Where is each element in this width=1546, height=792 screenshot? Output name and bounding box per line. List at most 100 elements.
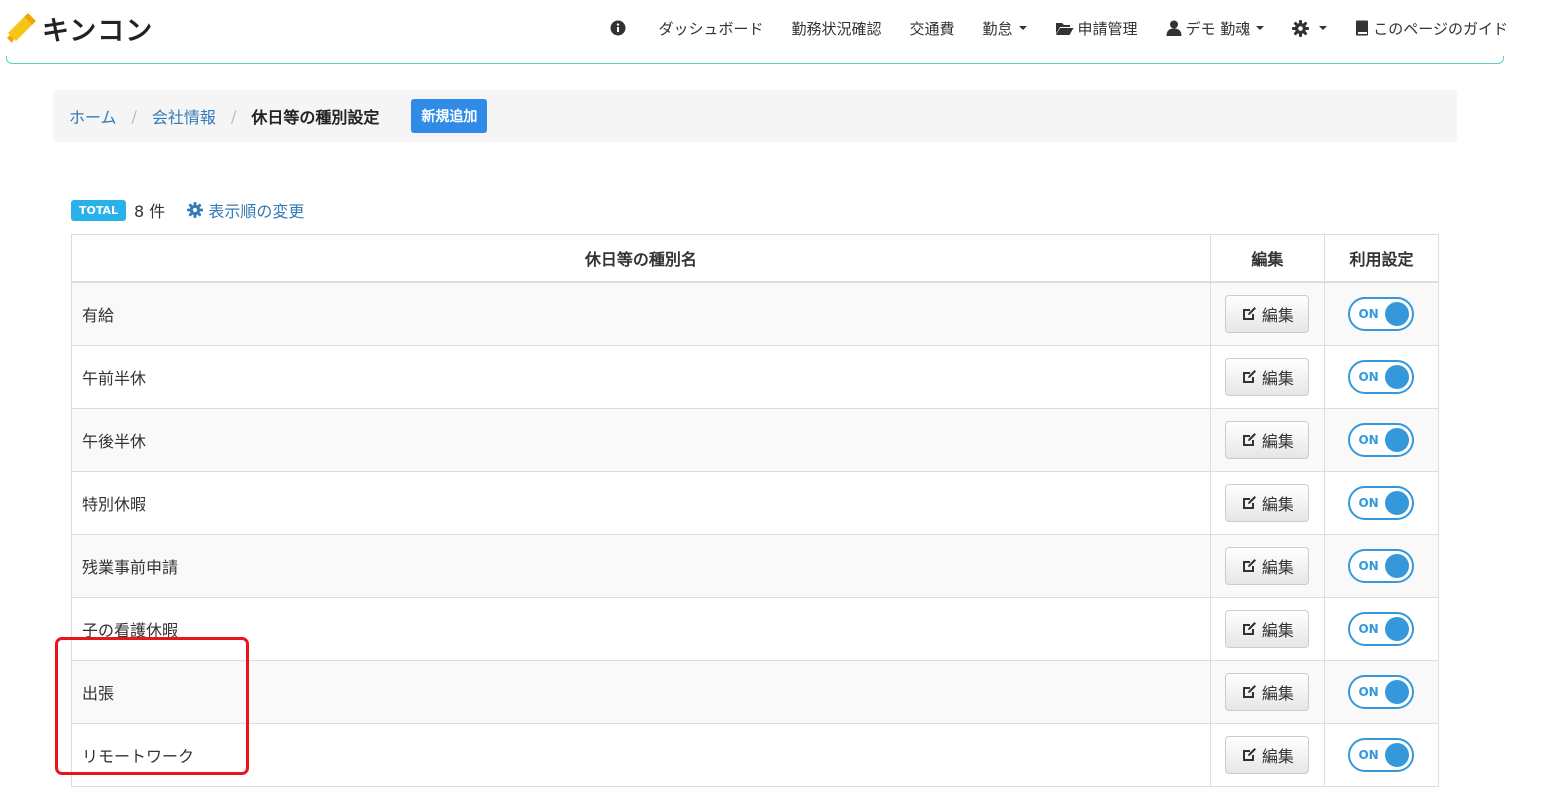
toggle-label: ON bbox=[1358, 622, 1379, 636]
breadcrumb-home-link[interactable]: ホーム bbox=[69, 104, 117, 128]
use-setting-cell: ON bbox=[1323, 408, 1440, 472]
toggle-knob bbox=[1385, 365, 1410, 389]
edit-icon bbox=[1242, 622, 1256, 635]
use-toggle[interactable]: ON bbox=[1348, 612, 1415, 646]
use-toggle[interactable]: ON bbox=[1348, 360, 1415, 394]
nav-item-label: 勤怠 bbox=[982, 19, 1013, 38]
book-icon bbox=[1356, 20, 1369, 36]
nav-item-label: ダッシュボード bbox=[658, 19, 764, 38]
table-row: 残業事前申請 編集 ON bbox=[71, 534, 1440, 598]
top-navbar: キンコン ダッシュボード 勤務状況確認 交通費 勤怠 申請管理 デモ 勤魂 この… bbox=[0, 0, 1546, 58]
holiday-type-name: リモートワーク bbox=[71, 723, 1211, 787]
holiday-type-name: 午前半休 bbox=[71, 345, 1211, 409]
edit-button[interactable]: 編集 bbox=[1225, 547, 1310, 585]
toggle-knob bbox=[1385, 302, 1410, 326]
use-toggle[interactable]: ON bbox=[1348, 675, 1415, 709]
nav-item-label: 申請管理 bbox=[1077, 19, 1138, 38]
table-row: 出張 編集 ON bbox=[71, 660, 1440, 724]
edit-button[interactable]: 編集 bbox=[1225, 736, 1310, 774]
breadcrumb-separator: / bbox=[230, 106, 237, 126]
nav-item-kintai[interactable]: 勤怠 bbox=[982, 18, 1027, 39]
holiday-type-name: 残業事前申請 bbox=[71, 534, 1211, 598]
edit-cell: 編集 bbox=[1209, 471, 1325, 535]
use-setting-cell: ON bbox=[1323, 471, 1440, 535]
nav-item-info[interactable] bbox=[610, 20, 630, 36]
use-toggle[interactable]: ON bbox=[1348, 423, 1415, 457]
edit-cell: 編集 bbox=[1209, 534, 1325, 598]
nav-item-user[interactable]: デモ 勤魂 bbox=[1166, 18, 1265, 39]
nav-item-label: 交通費 bbox=[909, 19, 955, 38]
breadcrumb-separator: / bbox=[131, 106, 137, 126]
table-row: 午前半休 編集 ON bbox=[71, 345, 1440, 409]
edit-icon bbox=[1242, 370, 1256, 383]
toggle-label: ON bbox=[1358, 559, 1379, 573]
gear-icon bbox=[1292, 19, 1310, 37]
use-toggle[interactable]: ON bbox=[1348, 738, 1415, 772]
edit-icon bbox=[1242, 748, 1256, 761]
nav-item-label: デモ 勤魂 bbox=[1185, 19, 1251, 38]
column-header-edit: 編集 bbox=[1209, 234, 1325, 283]
edit-icon bbox=[1242, 307, 1256, 320]
use-toggle[interactable]: ON bbox=[1348, 486, 1415, 520]
edit-button[interactable]: 編集 bbox=[1225, 610, 1310, 648]
column-header-name: 休日等の種別名 bbox=[71, 234, 1211, 283]
edit-cell: 編集 bbox=[1209, 408, 1325, 472]
edit-button[interactable]: 編集 bbox=[1225, 358, 1310, 396]
use-setting-cell: ON bbox=[1323, 534, 1440, 598]
brand-logo[interactable]: キンコン bbox=[4, 8, 153, 48]
use-toggle[interactable]: ON bbox=[1348, 297, 1415, 331]
holiday-type-name: 子の看護休暇 bbox=[71, 597, 1211, 661]
edit-button-label: 編集 bbox=[1261, 432, 1294, 451]
edit-button-label: 編集 bbox=[1261, 558, 1294, 577]
edit-button[interactable]: 編集 bbox=[1225, 484, 1310, 522]
brand-name: キンコン bbox=[42, 15, 154, 47]
edit-cell: 編集 bbox=[1209, 281, 1325, 346]
nav-item-guide[interactable]: このページのガイド bbox=[1355, 18, 1508, 39]
caret-down-icon bbox=[1319, 26, 1328, 30]
nav-item-attendance-status[interactable]: 勤務状況確認 bbox=[791, 18, 881, 39]
table-body: 有給 編集 ON 午前半休 編集 ON 午後半休 編集 ON 特別休暇 編集 ON 残業事前申請 編集 ON… bbox=[71, 281, 1440, 787]
toggle-knob bbox=[1385, 617, 1410, 641]
table-row: 有給 編集 ON bbox=[71, 281, 1440, 346]
toggle-label: ON bbox=[1358, 307, 1379, 321]
nav-item-settings[interactable] bbox=[1292, 19, 1328, 37]
edit-button-label: 編集 bbox=[1261, 621, 1294, 640]
holiday-type-name: 午後半休 bbox=[71, 408, 1211, 472]
add-new-button[interactable]: 新規追加 bbox=[411, 99, 488, 133]
edit-icon bbox=[1242, 433, 1256, 446]
edit-button-label: 編集 bbox=[1261, 684, 1294, 703]
edit-button[interactable]: 編集 bbox=[1225, 421, 1310, 459]
breadcrumb: ホーム / 会社情報 / 休日等の種別設定 新規追加 bbox=[53, 90, 1457, 142]
toggle-label: ON bbox=[1358, 433, 1379, 447]
edit-button-label: 編集 bbox=[1261, 495, 1294, 514]
total-count: 8 件 bbox=[134, 202, 166, 221]
reorder-link[interactable]: 表示順の変更 bbox=[187, 198, 304, 222]
nav-item-applications[interactable]: 申請管理 bbox=[1055, 18, 1138, 39]
edit-cell: 編集 bbox=[1209, 597, 1325, 661]
holiday-type-name: 有給 bbox=[71, 281, 1211, 346]
edit-icon bbox=[1242, 685, 1256, 698]
edit-cell: 編集 bbox=[1209, 345, 1325, 409]
table-row: リモートワーク 編集 ON bbox=[71, 723, 1440, 787]
nav-item-transport[interactable]: 交通費 bbox=[909, 18, 954, 39]
breadcrumb-company-link[interactable]: 会社情報 bbox=[152, 104, 216, 128]
edit-icon bbox=[1242, 559, 1256, 572]
toggle-knob bbox=[1385, 491, 1410, 515]
total-badge: TOTAL bbox=[71, 199, 127, 221]
column-header-use: 利用設定 bbox=[1323, 234, 1440, 283]
use-setting-cell: ON bbox=[1323, 597, 1440, 661]
edit-cell: 編集 bbox=[1209, 723, 1325, 787]
nav-item-dashboard[interactable]: ダッシュボード bbox=[658, 18, 763, 39]
use-toggle[interactable]: ON bbox=[1348, 549, 1415, 583]
edit-button[interactable]: 編集 bbox=[1225, 295, 1310, 333]
nav-item-label: 勤務状況確認 bbox=[791, 19, 882, 38]
folder-open-icon bbox=[1055, 22, 1073, 35]
table-row: 特別休暇 編集 ON bbox=[71, 471, 1440, 535]
edit-icon bbox=[1242, 496, 1256, 509]
edit-button[interactable]: 編集 bbox=[1225, 673, 1310, 711]
toggle-knob bbox=[1385, 428, 1410, 452]
use-setting-cell: ON bbox=[1323, 723, 1440, 787]
caret-down-icon bbox=[1256, 26, 1265, 30]
holiday-type-name: 特別休暇 bbox=[71, 471, 1211, 535]
table-row: 子の看護休暇 編集 ON bbox=[71, 597, 1440, 661]
